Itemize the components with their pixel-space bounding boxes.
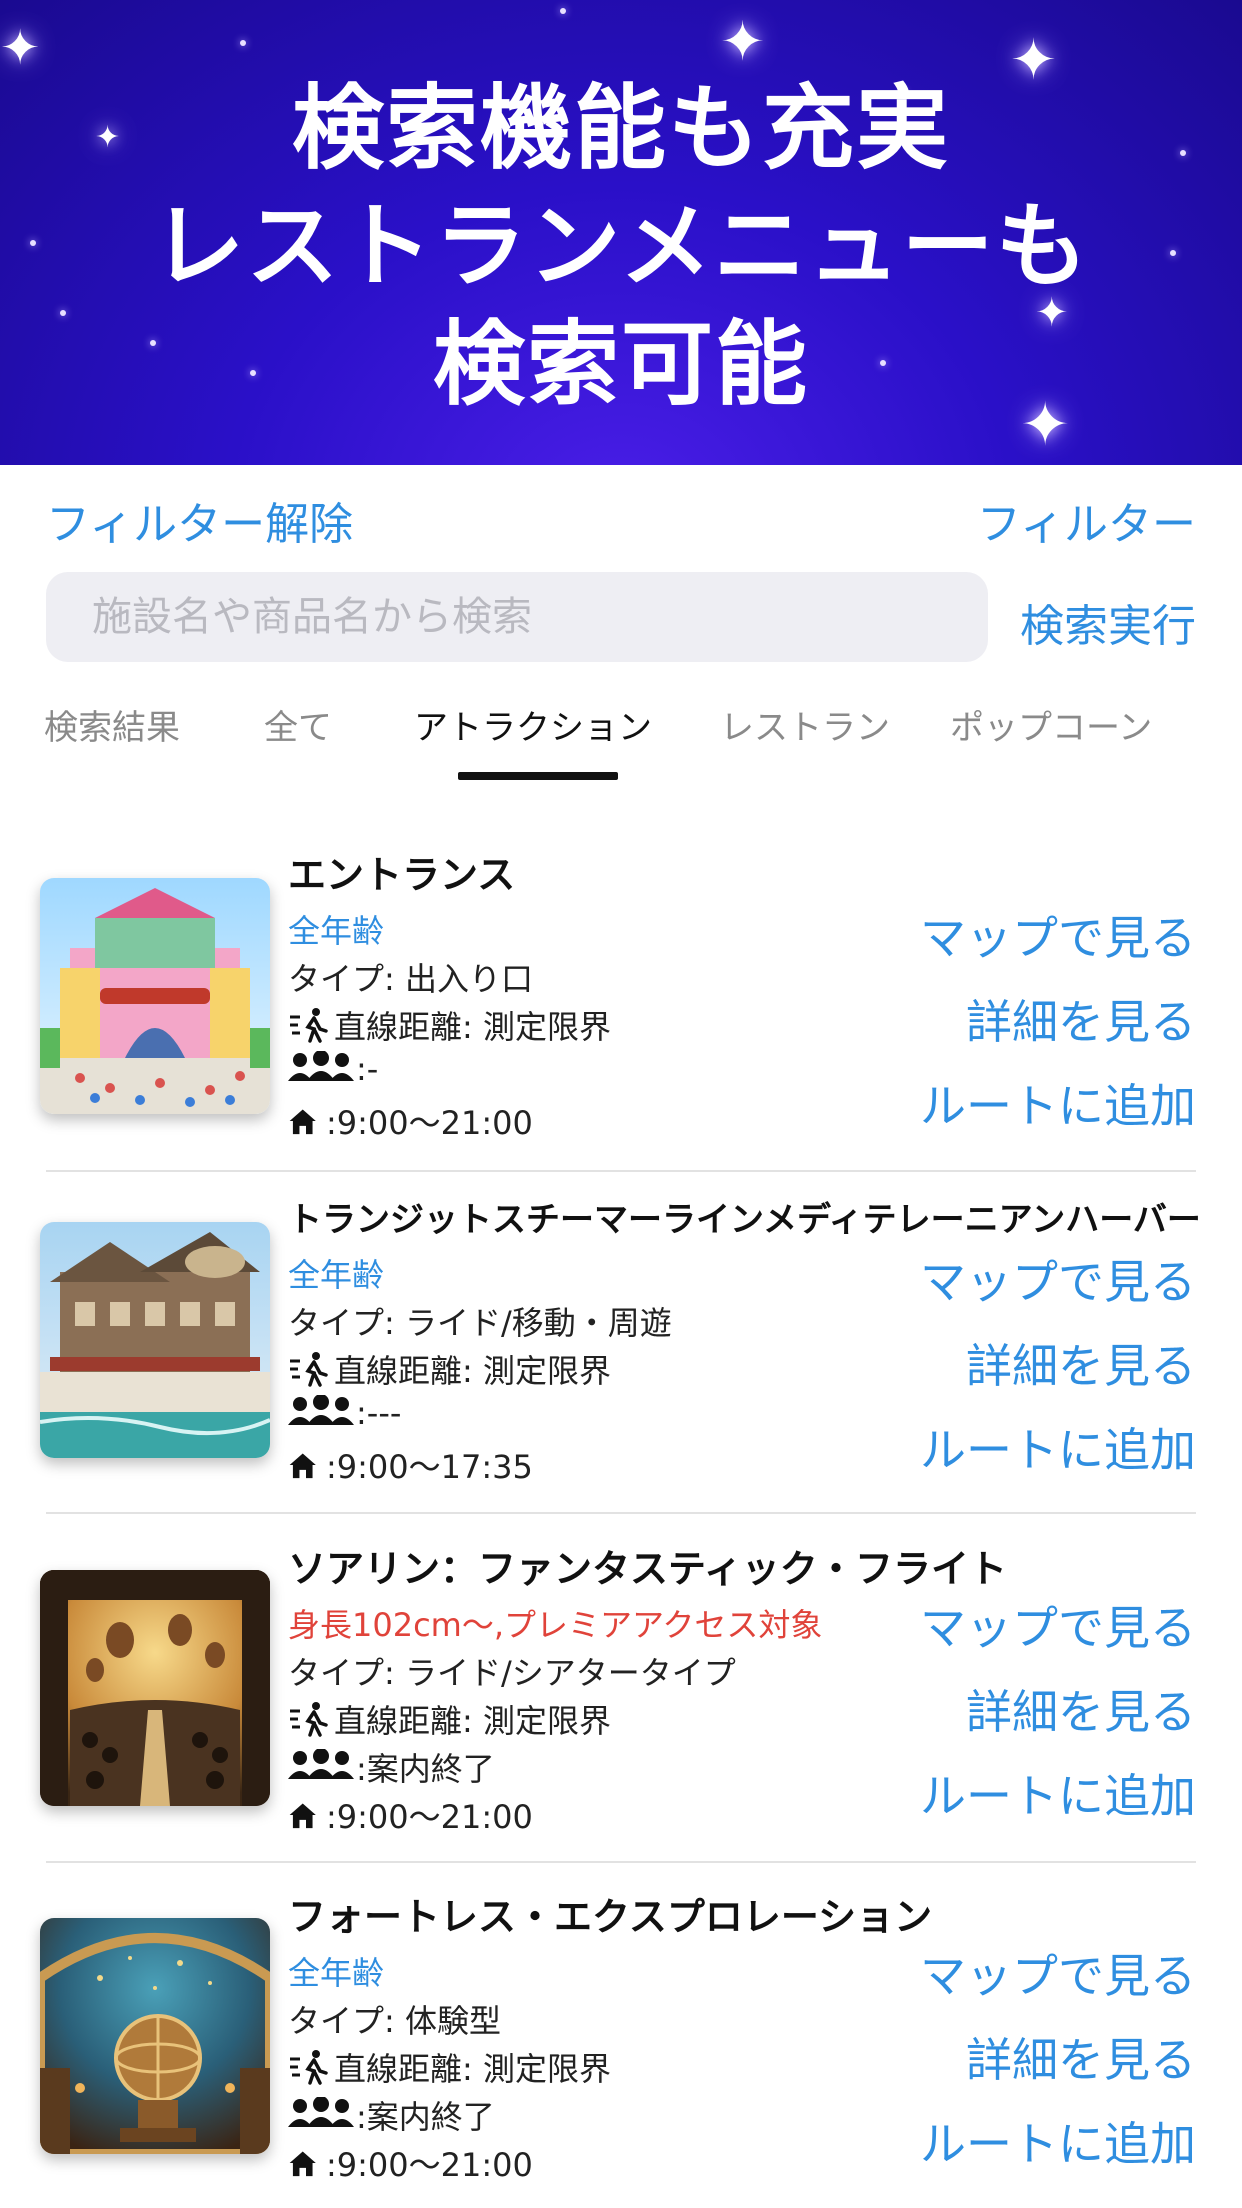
hours-row: :9:00～21:00 [288, 1792, 533, 1838]
wait-text: :- [356, 1050, 379, 1088]
add-to-route-button[interactable]: ルートに追加 [920, 1070, 1196, 1136]
filter-button[interactable]: フィルター [977, 488, 1196, 552]
group-icon [288, 1051, 354, 1081]
banner-title: 検索機能も充実 レストランメニューも 検索可能 [0, 70, 1242, 424]
view-details-button[interactable]: 詳細を見る [966, 1676, 1196, 1742]
wait-text: :--- [356, 1394, 402, 1432]
distance-text: 直線距離: 測定限界 [334, 1352, 611, 1390]
attraction-name: ソアリン：ファンタスティック・フライト [288, 1547, 1007, 1591]
add-to-route-button[interactable]: ルートに追加 [920, 2108, 1196, 2174]
walking-person-icon [290, 2050, 328, 2085]
distance-row: 直線距離: 測定限界 [288, 1346, 611, 1392]
tab-search-results[interactable]: 検索結果 [44, 700, 180, 749]
age-restriction: 全年齢 [288, 1256, 385, 1294]
hours-text: :9:00～17:35 [326, 1448, 533, 1486]
home-icon [289, 2151, 316, 2177]
attraction-thumbnail [40, 1222, 270, 1458]
search-execute-button[interactable]: 検索実行 [1020, 590, 1196, 654]
list-item[interactable]: ソアリン：ファンタスティック・フライト 身長102cm～,プレミアアクセス対象 … [0, 1530, 1242, 1876]
attraction-name: フォートレス・エクスプロレーション [288, 1895, 933, 1939]
list-item[interactable]: トランジットスチーマーラインメディテレーニアンハーバー 全年齢 タイプ: ライド… [0, 1184, 1242, 1530]
home-icon [289, 1453, 316, 1479]
tab-all[interactable]: 全て [264, 700, 332, 749]
distance-text: 直線距離: 測定限界 [334, 1702, 611, 1740]
sparkle-star-icon: ✦ [0, 20, 41, 76]
view-on-map-button[interactable]: マップで見る [920, 1246, 1196, 1312]
banner-line-3: 検索可能 [432, 311, 809, 418]
banner-line-2: レストランメニューも [152, 193, 1090, 300]
hours-text: :9:00～21:00 [326, 1104, 533, 1142]
wait-row: :- [288, 1050, 378, 1088]
attraction-type: タイプ: ライド/移動・周遊 [288, 1304, 672, 1342]
walking-person-icon [290, 1008, 328, 1043]
promo-banner: ✦ ✦ ✦ ✦ ✦ ✦ 検索機能も充実 レストランメニューも 検索可能 [0, 0, 1242, 465]
add-to-route-button[interactable]: ルートに追加 [920, 1760, 1196, 1826]
tab-restaurants[interactable]: レストラン [720, 700, 890, 749]
search-input[interactable] [92, 594, 988, 640]
view-details-button[interactable]: 詳細を見る [966, 2024, 1196, 2090]
star-dot [240, 40, 246, 46]
tab-popcorn[interactable]: ポップコーン [950, 700, 1152, 749]
group-icon [288, 1395, 354, 1425]
divider [46, 1512, 1196, 1514]
distance-row: 直線距離: 測定限界 [288, 2044, 611, 2090]
add-to-route-button[interactable]: ルートに追加 [920, 1414, 1196, 1480]
distance-text: 直線距離: 測定限界 [334, 1008, 611, 1046]
group-icon [288, 2097, 354, 2127]
divider [46, 1861, 1196, 1863]
home-icon [289, 1803, 316, 1829]
distance-text: 直線距離: 測定限界 [334, 2050, 611, 2088]
filter-row: フィルター解除 フィルター [46, 488, 1196, 550]
distance-row: 直線距離: 測定限界 [288, 1002, 611, 1048]
hours-row: :9:00～17:35 [288, 1442, 533, 1488]
wait-row: :案内終了 [288, 1744, 495, 1790]
list-item[interactable]: フォートレス・エクスプロレーション 全年齢 タイプ: 体験型 直線距離: 測定限… [0, 1878, 1242, 2208]
view-on-map-button[interactable]: マップで見る [920, 1940, 1196, 2006]
search-box[interactable] [46, 572, 988, 662]
attraction-thumbnail [40, 878, 270, 1114]
attraction-name: エントランス [288, 853, 516, 897]
attraction-name: トランジットスチーマーラインメディテレーニアンハーバー [288, 1200, 1201, 1240]
age-restriction: 全年齢 [288, 912, 385, 950]
age-restriction: 全年齢 [288, 1954, 385, 1992]
hours-row: :9:00～21:00 [288, 1098, 533, 1144]
attraction-type: タイプ: ライド/シアタータイプ [288, 1654, 736, 1692]
attraction-thumbnail [40, 1570, 270, 1806]
category-tabs: 検索結果 全て アトラクション レストラン ポップコーン [0, 700, 1242, 790]
distance-row: 直線距離: 測定限界 [288, 1696, 611, 1742]
sparkle-star-icon: ✦ [720, 10, 766, 73]
age-restriction: 身長102cm～,プレミアアクセス対象 [288, 1606, 823, 1644]
attraction-thumbnail [40, 1918, 270, 2154]
wait-text: :案内終了 [356, 2098, 495, 2136]
view-on-map-button[interactable]: マップで見る [920, 902, 1196, 968]
divider [46, 1170, 1196, 1172]
list-item[interactable]: エントランス 全年齢 タイプ: 出入り口 直線距離: 測定限界 :- :9:00… [0, 836, 1242, 1182]
active-tab-indicator [458, 772, 618, 780]
banner-line-1: 検索機能も充実 [291, 75, 950, 182]
wait-row: :案内終了 [288, 2092, 495, 2138]
walking-person-icon [290, 1352, 328, 1387]
wait-text: :案内終了 [356, 1750, 495, 1788]
view-on-map-button[interactable]: マップで見る [920, 1592, 1196, 1658]
attraction-type: タイプ: 出入り口 [288, 960, 533, 998]
hours-row: :9:00～21:00 [288, 2140, 533, 2186]
view-details-button[interactable]: 詳細を見る [966, 1330, 1196, 1396]
view-details-button[interactable]: 詳細を見る [966, 986, 1196, 1052]
filter-clear-button[interactable]: フィルター解除 [46, 488, 353, 552]
star-dot [560, 8, 566, 14]
tab-attractions[interactable]: アトラクション [414, 700, 652, 749]
wait-row: :--- [288, 1394, 401, 1432]
attraction-type: タイプ: 体験型 [288, 2002, 501, 2040]
hours-text: :9:00～21:00 [326, 2146, 533, 2184]
home-icon [289, 1109, 316, 1135]
hours-text: :9:00～21:00 [326, 1798, 533, 1836]
walking-person-icon [290, 1702, 328, 1737]
group-icon [288, 1749, 354, 1779]
